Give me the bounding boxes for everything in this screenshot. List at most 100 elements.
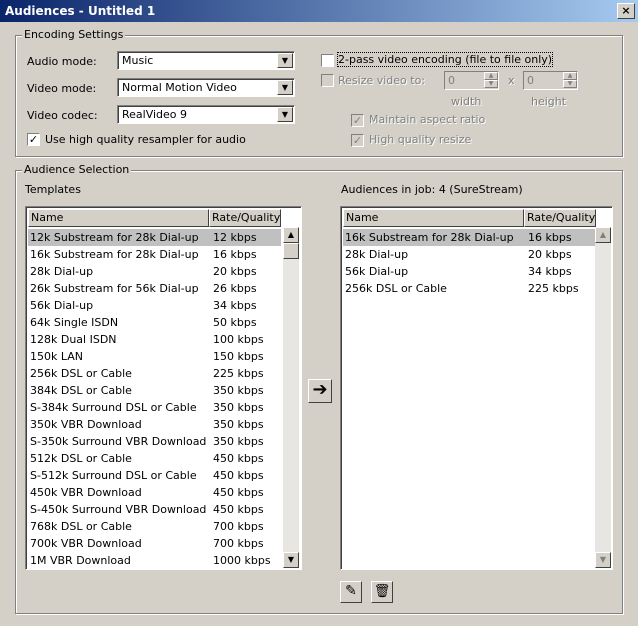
list-item[interactable]: 28k Dial-up 20 kbps (343, 246, 596, 263)
spin-up-icon: ▲ (484, 72, 498, 80)
templates-column-name[interactable]: Name (28, 209, 209, 227)
add-audience-button[interactable]: ➔ (308, 379, 332, 403)
chevron-down-icon[interactable]: ▼ (277, 107, 293, 122)
list-item[interactable]: 16k Substream for 28k Dial-up 16 kbps (28, 246, 281, 263)
list-item[interactable]: 28k Dial-up 20 kbps (28, 263, 281, 280)
list-item-name: 56k Dial-up (30, 299, 94, 312)
video-mode-label: Video mode: (27, 82, 97, 95)
list-item-rate: 350 kbps (213, 435, 264, 448)
list-item[interactable]: 256k DSL or Cable 225 kbps (343, 280, 596, 297)
list-item-rate: 12 kbps (213, 231, 257, 244)
audience-selection-legend: Audience Selection (22, 163, 132, 176)
list-item-name: 150k LAN (30, 350, 83, 363)
list-item-rate: 700 kbps (213, 520, 264, 533)
list-item[interactable]: 16k Substream for 28k Dial-up 16 kbps (343, 229, 596, 246)
list-item[interactable]: 350k VBR Download 350 kbps (28, 416, 281, 433)
list-item-rate: 50 kbps (213, 316, 257, 329)
list-item[interactable]: S-512k Surround DSL or Cable 450 kbps (28, 467, 281, 484)
close-icon[interactable]: × (617, 3, 635, 19)
list-item-rate: 16 kbps (528, 231, 572, 244)
audio-mode-value: Music (122, 54, 154, 67)
list-item-name: 16k Substream for 28k Dial-up (345, 231, 514, 244)
video-codec-label: Video codec: (27, 109, 98, 122)
list-item[interactable]: 768k DSL or Cable 700 kbps (28, 518, 281, 535)
list-item-rate: 26 kbps (213, 282, 257, 295)
templates-column-rate[interactable]: Rate/Quality (209, 209, 281, 227)
templates-scrollbar[interactable]: ▲ ▼ (283, 227, 299, 568)
spin-down-icon: ▼ (563, 80, 577, 88)
width-spinner: 0 ▲ ▼ (444, 71, 499, 90)
list-item[interactable]: 700k VBR Download 700 kbps (28, 535, 281, 552)
list-item[interactable]: 256k DSL or Cable 225 kbps (28, 365, 281, 382)
list-item-name: 768k DSL or Cable (30, 520, 132, 533)
video-codec-select[interactable]: RealVideo 9 ▼ (117, 105, 295, 124)
edit-audience-button[interactable]: ✎ (340, 581, 362, 603)
pencil-icon: ✎ (345, 583, 357, 599)
list-item-name: 128k Dual ISDN (30, 333, 117, 346)
scroll-thumb[interactable] (283, 243, 299, 259)
scroll-down-icon: ▼ (595, 552, 611, 568)
height-spinner-buttons: ▲ ▼ (563, 72, 577, 89)
list-item-name: 700k VBR Download (30, 537, 142, 550)
two-pass-checkbox[interactable] (321, 54, 334, 67)
list-item-name: 450k VBR Download (30, 486, 142, 499)
list-item[interactable]: S-350k Surround VBR Download 350 kbps (28, 433, 281, 450)
hq-resampler-checkbox[interactable]: ✓ (27, 133, 40, 146)
list-item-name: S-450k Surround VBR Download (30, 503, 207, 516)
job-audiences-label: Audiences in job: 4 (SureStream) (341, 183, 523, 196)
list-item[interactable]: 450k VBR Download 450 kbps (28, 484, 281, 501)
list-item-name: 26k Substream for 56k Dial-up (30, 282, 199, 295)
list-item-rate: 20 kbps (528, 248, 572, 261)
video-mode-select[interactable]: Normal Motion Video ▼ (117, 78, 295, 97)
list-item-rate: 16 kbps (213, 248, 257, 261)
height-spinner: 0 ▲ ▼ (523, 71, 578, 90)
list-item[interactable]: 150k LAN 150 kbps (28, 348, 281, 365)
list-item-name: 256k DSL or Cable (345, 282, 447, 295)
list-item[interactable]: 128k Dual ISDN 100 kbps (28, 331, 281, 348)
list-item-rate: 450 kbps (213, 486, 264, 499)
list-item[interactable]: 64k Single ISDN 50 kbps (28, 314, 281, 331)
list-item-rate: 350 kbps (213, 384, 264, 397)
width-value: 0 (448, 74, 455, 87)
hq-resampler-label: Use high quality resampler for audio (45, 133, 246, 146)
list-item-name: 350k VBR Download (30, 418, 142, 431)
width-label: width (451, 95, 482, 108)
list-item-name: 28k Dial-up (345, 248, 409, 261)
list-item[interactable]: 512k DSL or Cable 450 kbps (28, 450, 281, 467)
list-item[interactable]: S-450k Surround VBR Download 450 kbps (28, 501, 281, 518)
video-codec-value: RealVideo 9 (122, 108, 188, 121)
audio-mode-select[interactable]: Music ▼ (117, 51, 295, 70)
list-item-name: 64k Single ISDN (30, 316, 119, 329)
job-audiences-list[interactable]: Name Rate/Quality 16k Substream for 28k … (340, 206, 613, 570)
list-item[interactable]: 1M VBR Download 1000 kbps (28, 552, 281, 569)
list-item[interactable]: 26k Substream for 56k Dial-up 26 kbps (28, 280, 281, 297)
list-item-rate: 225 kbps (213, 367, 264, 380)
list-item[interactable]: 56k Dial-up 34 kbps (343, 263, 596, 280)
list-item-rate: 450 kbps (213, 469, 264, 482)
trash-icon: 🗑 (373, 584, 391, 599)
list-item-name: 56k Dial-up (345, 265, 409, 278)
list-item[interactable]: S-384k Surround DSL or Cable 350 kbps (28, 399, 281, 416)
list-item-name: S-512k Surround DSL or Cable (30, 469, 197, 482)
job-column-name[interactable]: Name (343, 209, 524, 227)
list-item-rate: 450 kbps (213, 452, 264, 465)
list-item-rate: 700 kbps (213, 537, 264, 550)
hq-resize-label: High quality resize (369, 133, 472, 146)
list-item[interactable]: 384k DSL or Cable 350 kbps (28, 382, 281, 399)
chevron-down-icon[interactable]: ▼ (277, 53, 293, 68)
list-item-rate: 350 kbps (213, 418, 264, 431)
job-scrollbar: ▲ ▼ (595, 227, 611, 568)
two-pass-label: 2-pass video encoding (file to file only… (336, 52, 554, 67)
scroll-up-icon[interactable]: ▲ (283, 227, 299, 243)
list-item-name: 16k Substream for 28k Dial-up (30, 248, 199, 261)
templates-list[interactable]: Name Rate/Quality 12k Substream for 28k … (25, 206, 302, 570)
job-column-rate[interactable]: Rate/Quality (524, 209, 596, 227)
chevron-down-icon[interactable]: ▼ (277, 80, 293, 95)
list-item[interactable]: 12k Substream for 28k Dial-up 12 kbps (28, 229, 281, 246)
delete-audience-button[interactable]: 🗑 (371, 581, 393, 603)
list-item-rate: 34 kbps (528, 265, 572, 278)
scroll-down-icon[interactable]: ▼ (283, 552, 299, 568)
list-item[interactable]: 56k Dial-up 34 kbps (28, 297, 281, 314)
list-item-rate: 225 kbps (528, 282, 579, 295)
resize-checkbox (321, 74, 334, 87)
